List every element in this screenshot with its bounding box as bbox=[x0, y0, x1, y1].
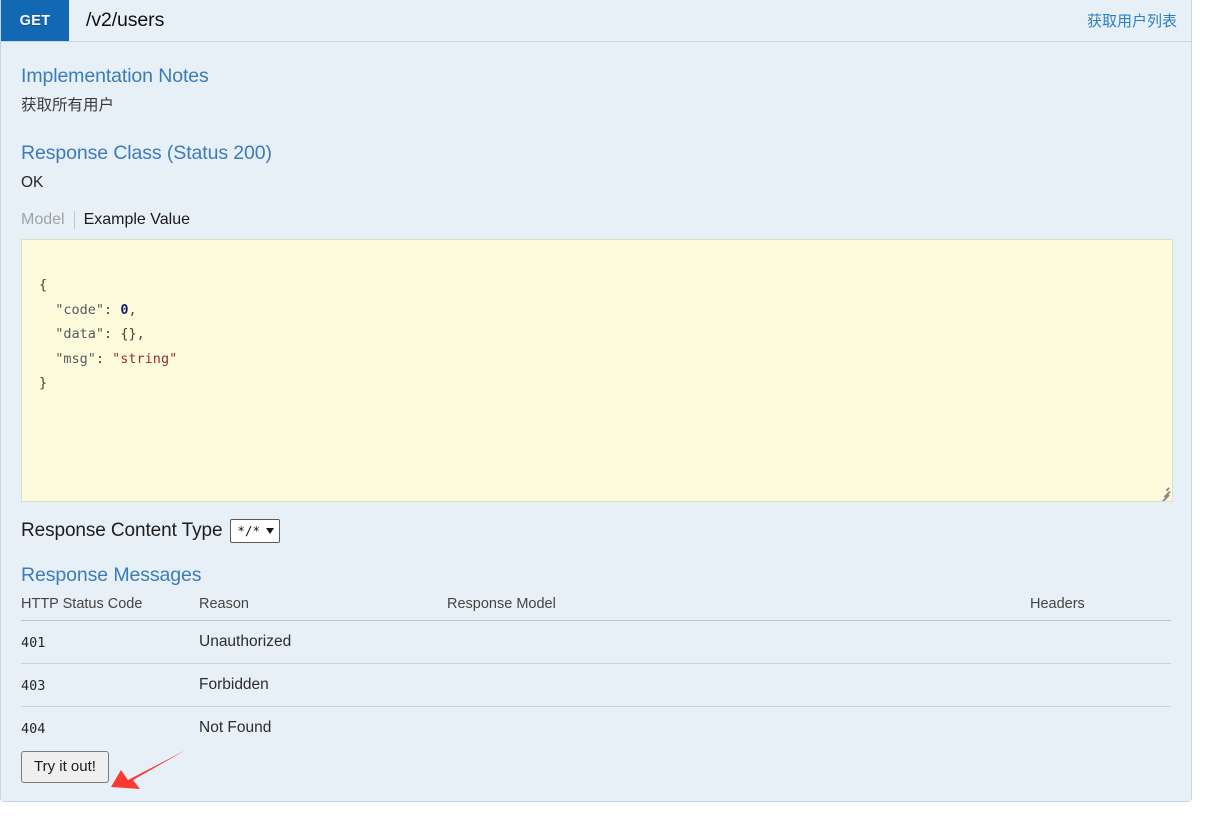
cell-headers bbox=[1030, 663, 1171, 707]
try-it-out-button[interactable]: Try it out! bbox=[21, 750, 109, 783]
code-line-field: "msg": "string" bbox=[55, 350, 178, 367]
response-class-title: Response Class (Status 200) bbox=[21, 142, 272, 165]
response-content-type-value: */* bbox=[237, 523, 260, 538]
operation-path[interactable]: /v2/users bbox=[69, 0, 164, 41]
response-content-type-select[interactable]: */* bbox=[230, 518, 280, 543]
response-messages-title: Response Messages bbox=[21, 563, 202, 586]
example-value-textarea[interactable]: { "code": 0, "data": {}, "msg": "string"… bbox=[21, 238, 1173, 502]
tab-example-value[interactable]: Example Value bbox=[73, 210, 190, 229]
operation-summary-link[interactable]: 获取用户列表 bbox=[164, 0, 1191, 41]
implementation-notes-title: Implementation Notes bbox=[21, 65, 209, 87]
cell-status: 401 bbox=[21, 620, 199, 664]
cell-reason: Not Found bbox=[199, 718, 272, 736]
try-it-out-container: Try it out! bbox=[21, 749, 1171, 783]
column-header-headers: Headers bbox=[1030, 595, 1171, 621]
cell-headers bbox=[1030, 620, 1171, 664]
response-messages-table: HTTP Status Code Reason Response Model H… bbox=[21, 595, 1171, 749]
code-line-field: "code": 0, bbox=[55, 301, 137, 318]
cell-model bbox=[447, 706, 1030, 749]
api-operation-panel: GET /v2/users 获取用户列表 Implementation Note… bbox=[0, 0, 1192, 802]
table-row: 404 Not Found bbox=[21, 706, 1171, 749]
response-content-type-label: Response Content Type bbox=[21, 519, 223, 541]
table-row: 401 Unauthorized bbox=[21, 620, 1171, 664]
response-class-status-text: OK bbox=[21, 174, 44, 192]
response-content-type-row: Response Content Type */* bbox=[21, 502, 1171, 543]
code-line-field: "data": {}, bbox=[55, 326, 145, 342]
column-header-status: HTTP Status Code bbox=[21, 595, 199, 621]
cell-status: 404 bbox=[21, 720, 46, 737]
cell-model bbox=[447, 620, 1030, 664]
cell-reason: Unauthorized bbox=[199, 620, 447, 664]
column-header-model: Response Model bbox=[447, 595, 1030, 621]
cell-headers bbox=[1030, 706, 1171, 749]
example-model-tabs: Model Example Value bbox=[21, 197, 1171, 239]
textarea-resize-grip[interactable] bbox=[1157, 486, 1170, 501]
implementation-notes-body: 获取所有用户 bbox=[21, 97, 115, 114]
cell-status: 403 bbox=[21, 663, 199, 707]
cell-model bbox=[447, 663, 1030, 707]
http-method-badge[interactable]: GET bbox=[1, 0, 69, 41]
column-header-reason: Reason bbox=[199, 595, 447, 621]
chevron-down-icon bbox=[266, 527, 274, 534]
cell-reason: Forbidden bbox=[199, 663, 447, 707]
code-line-open: { bbox=[39, 277, 48, 293]
operation-content: Implementation Notes 获取所有用户 Response Cla… bbox=[1, 42, 1191, 801]
code-line-close: } bbox=[39, 375, 48, 391]
tab-model[interactable]: Model bbox=[21, 211, 74, 229]
table-row: 403 Forbidden bbox=[21, 663, 1171, 707]
operation-heading[interactable]: GET /v2/users 获取用户列表 bbox=[1, 0, 1191, 42]
table-header-row: HTTP Status Code Reason Response Model H… bbox=[21, 595, 1171, 621]
